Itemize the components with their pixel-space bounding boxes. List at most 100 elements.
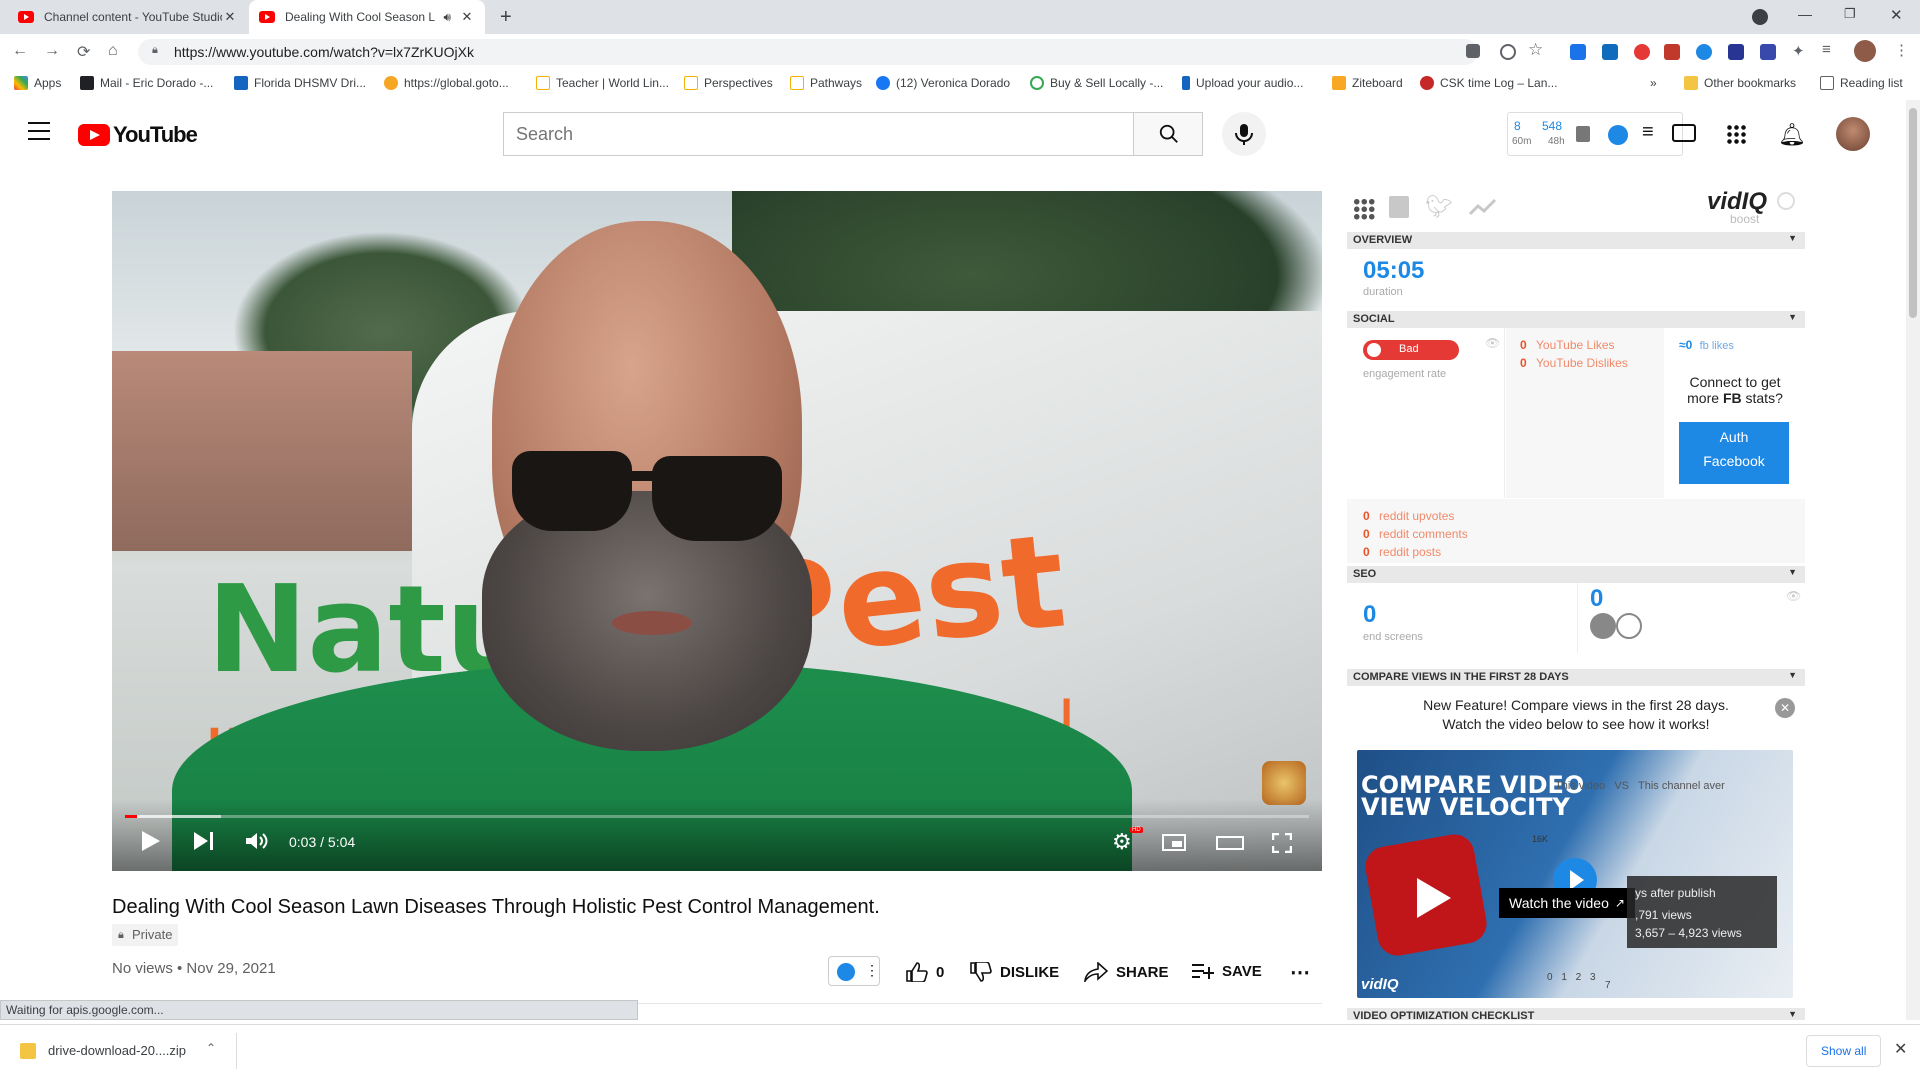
restore-button[interactable]: ❐ [1844,6,1856,22]
legend-channel-average: This channel aver [1637,780,1725,792]
close-shelf-icon[interactable]: ✕ [1894,1039,1907,1059]
bookmark-facebook[interactable]: (12) Veronica Dorado [876,76,1010,90]
bookmark-buy-sell[interactable]: Buy & Sell Locally -... [1030,76,1163,90]
youtube-likes-value: 0 [1520,338,1527,352]
bookmark-upload-audio[interactable]: Upload your audio... [1182,76,1303,90]
vidiq-stats-icon[interactable] [1576,126,1590,142]
reload-icon[interactable]: ⟳ [77,42,90,62]
home-icon[interactable]: ⌂ [108,42,118,60]
bookmark-teacher[interactable]: Teacher | World Lin... [536,76,669,90]
vidiq-menu-icon[interactable]: ≡ [1642,121,1654,144]
progress-buffered [137,815,221,818]
compare-header[interactable]: COMPARE VIEWS IN THE FIRST 28 DAYS ▼ [1347,669,1805,686]
scrollbar-thumb[interactable] [1909,108,1917,318]
back-arrow-icon[interactable]: ← [12,42,28,60]
social-header[interactable]: SOCIAL ▼ [1347,311,1805,328]
bookmark-reading-list[interactable]: Reading list [1820,76,1903,90]
page-scrollbar[interactable] [1906,100,1920,1020]
download-filename[interactable]: drive-download-20....zip [48,1043,186,1058]
auth-facebook-button[interactable]: Auth Facebook [1679,422,1789,484]
vidiq-grid-icon[interactable] [1353,198,1375,220]
extension-vidiq-icon[interactable] [1696,44,1712,60]
bookmark-mail[interactable]: Mail - Eric Dorado -... [80,76,213,90]
bookmarks-overflow[interactable]: » [1650,76,1657,90]
more-menu-icon[interactable]: ⋮ [1894,41,1909,59]
more-actions-icon[interactable]: ⋯ [1290,960,1310,985]
bookmark-dhsmv[interactable]: Florida DHSMV Dri... [234,76,366,90]
video-progress-bar[interactable] [125,815,1309,818]
puzzle-extensions-icon[interactable]: ✦ [1792,42,1805,60]
close-window-button[interactable]: ✕ [1890,6,1903,24]
settings-gear-icon[interactable]: ⚙︎ [1112,829,1132,855]
extension-meet-icon[interactable] [1570,44,1586,60]
checklist-header[interactable]: VIDEO OPTIMIZATION CHECKLIST ▼ [1347,1008,1805,1020]
bookmark-pathways[interactable]: Pathways [790,76,862,90]
tab-close-icon[interactable]: ✕ [459,9,475,25]
minimize-button[interactable]: — [1798,6,1812,22]
extension-screen-icon[interactable] [1728,44,1744,60]
bookmark-other[interactable]: Other bookmarks [1684,76,1796,90]
share-button[interactable]: SHARE [1084,962,1169,982]
volume-icon[interactable] [246,832,268,850]
close-icon[interactable]: ✕ [1775,698,1795,718]
video-player[interactable]: Natu H Pest r o l 9 0:03 / 5:04 ⚙︎ HD [112,191,1322,871]
search-box[interactable] [503,112,1133,156]
vidiq-logo-icon[interactable] [1608,125,1628,145]
twitter-icon[interactable]: 🐦︎ [1425,194,1453,220]
bookmark-ziteboard[interactable]: Ziteboard [1332,76,1403,90]
create-video-icon[interactable] [1672,124,1696,142]
eye-icon[interactable]: 👁︎ [1485,336,1500,350]
theater-mode-icon[interactable] [1216,836,1244,850]
zoom-icon[interactable] [1500,44,1516,60]
share-label: SHARE [1116,963,1169,981]
bookmark-perspectives[interactable]: Perspectives [684,76,773,90]
fullscreen-icon[interactable] [1272,833,1292,853]
new-tab-button[interactable]: + [500,6,512,29]
save-button[interactable]: SAVE [1192,962,1262,980]
notifications-bell-icon[interactable]: 🔔︎ [1778,122,1806,148]
youtube-logo[interactable]: YouTube [78,122,198,148]
bookmark-goto[interactable]: https://global.goto... [384,76,509,90]
extension-n-icon[interactable] [1602,44,1618,60]
tab-close-icon[interactable]: ✕ [222,9,238,25]
extension-new-icon[interactable] [1664,44,1680,60]
trending-icon[interactable] [1469,198,1497,216]
vidiq-chart-icon[interactable] [1389,196,1409,218]
dislike-button[interactable]: DISLIKE [970,962,1059,982]
voice-search-button[interactable] [1222,112,1266,156]
compare-video-thumbnail[interactable]: COMPARE VIDEO VIEW VELOCITY This video V… [1357,750,1793,998]
tab-current-video[interactable]: Dealing With Cool Season Lawn 🔊︎ ✕ [249,0,485,34]
chevron-up-icon[interactable]: ⌃ [206,1041,216,1055]
account-avatar[interactable] [1836,117,1870,151]
show-all-button[interactable]: Show all [1806,1035,1882,1067]
hamburger-menu-icon[interactable] [28,122,50,140]
reading-list-toolbar-icon[interactable]: ≡ [1822,41,1831,58]
tab-search-icon[interactable] [1752,9,1768,25]
extension-record-icon[interactable] [1634,44,1650,60]
bookmark-apps[interactable]: Apps [14,76,61,90]
extension-w-icon[interactable] [1760,44,1776,60]
tab-youtube-studio[interactable]: Channel content - YouTube Studio ✕ [8,0,248,34]
forward-arrow-icon[interactable]: → [44,42,60,60]
social-header-label: SOCIAL [1353,313,1395,325]
collapse-chevron-icon[interactable] [1777,192,1795,210]
play-icon[interactable] [142,831,160,851]
seo-header[interactable]: SEO ▼ [1347,566,1805,583]
miniplayer-icon[interactable] [1162,834,1186,851]
watch-video-button[interactable]: Watch the video ↗ [1499,888,1635,918]
star-bookmark-icon[interactable]: ☆ [1528,40,1543,60]
bookmark-label: Apps [34,76,62,90]
vidiq-toolbar[interactable]: 8 60m 548 48h ≡ [1507,112,1683,156]
search-button[interactable] [1133,112,1203,156]
address-bar[interactable]: 🔒︎ https://www.youtube.com/watch?v=lx7Zr… [138,39,1478,65]
next-icon[interactable] [194,832,214,850]
apps-grid-icon[interactable] [1726,124,1746,144]
overview-header[interactable]: OVERVIEW ▼ [1347,232,1805,249]
profile-avatar[interactable] [1854,40,1876,62]
bookmark-csk[interactable]: CSK time Log – Lan... [1420,76,1557,90]
vidiq-button[interactable]: ⋮ [828,956,880,986]
eye-icon[interactable]: 👁︎ [1786,589,1801,603]
search-input[interactable] [504,113,1133,155]
like-button[interactable]: 0 [906,962,944,982]
install-icon[interactable] [1466,44,1480,58]
